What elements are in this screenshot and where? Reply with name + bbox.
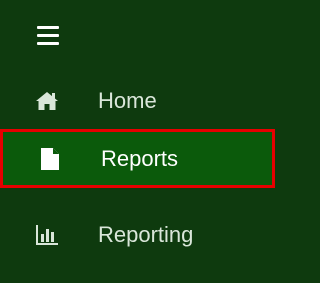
sidebar-item-reporting[interactable]: Reporting	[0, 206, 275, 264]
home-icon	[35, 89, 59, 113]
report-document-icon	[38, 147, 62, 171]
sidebar-item-reports[interactable]: Reports	[0, 129, 275, 188]
sidebar-item-label: Reporting	[98, 222, 194, 247]
bar-chart-icon	[35, 223, 59, 247]
sidebar-item-home[interactable]: Home	[0, 72, 275, 130]
sidebar-nav: Home Reports Reporting	[0, 0, 275, 283]
sidebar-item-label: Home	[98, 88, 157, 113]
sidebar-item-label: Reports	[101, 145, 179, 171]
hamburger-menu-icon[interactable]	[37, 26, 59, 46]
